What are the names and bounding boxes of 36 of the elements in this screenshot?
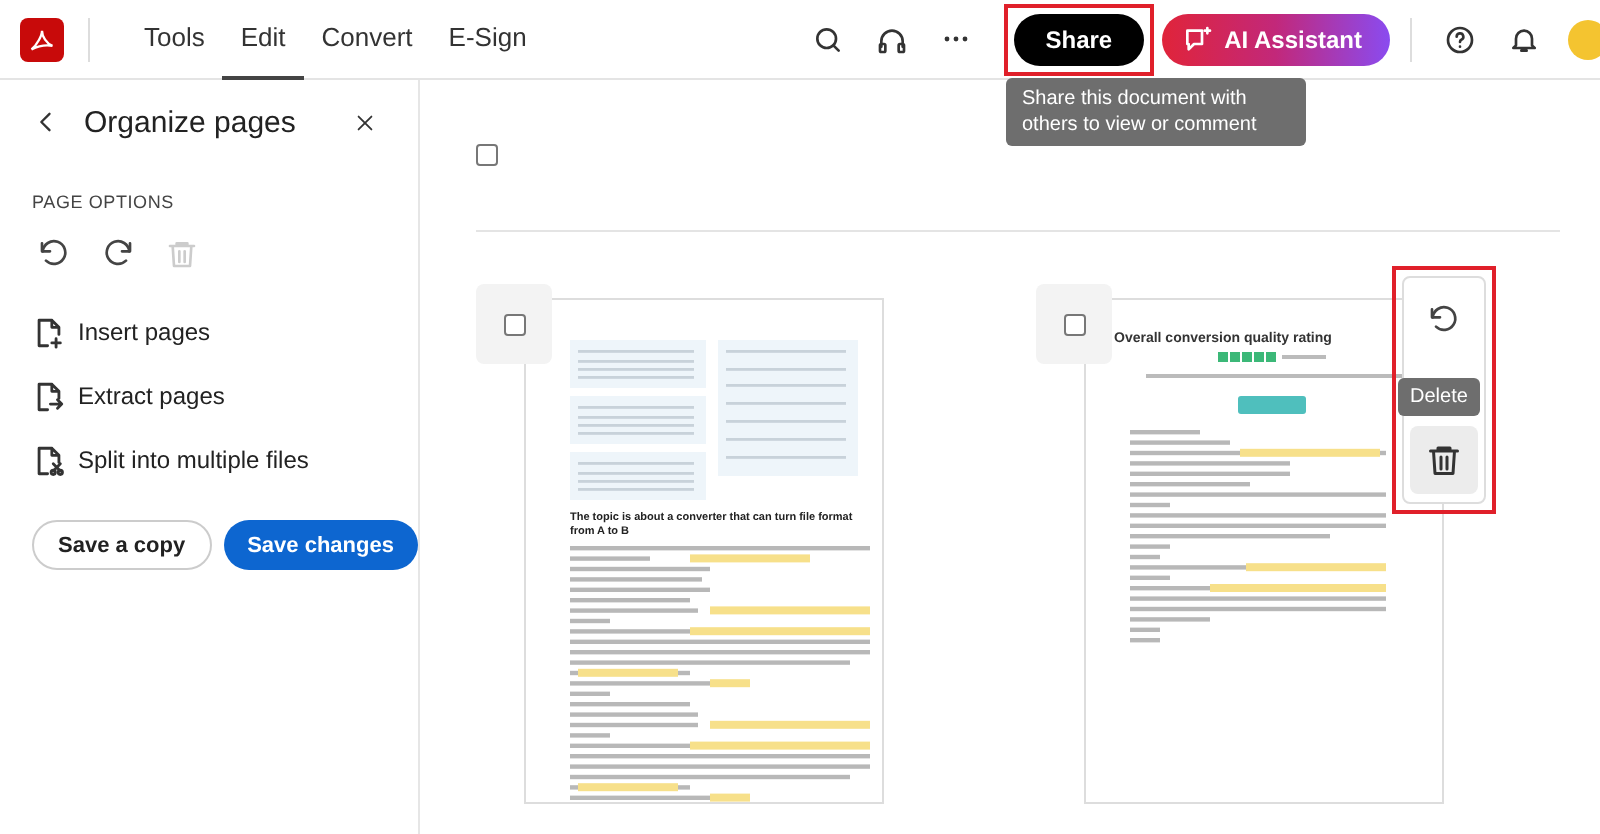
save-changes-button[interactable]: Save changes (223, 520, 418, 570)
section-label: PAGE OPTIONS (32, 192, 176, 212)
app-logo (20, 17, 64, 61)
page-checkbox[interactable] (1063, 313, 1085, 335)
undo-icon (1428, 304, 1460, 336)
panel-title: Organize pages (84, 105, 298, 139)
nav-tab[interactable]: Edit (222, 0, 304, 79)
select-all-checkbox[interactable] (476, 144, 498, 166)
share-button[interactable]: Share (1013, 13, 1145, 65)
delete-tooltip: Delete (1398, 378, 1480, 416)
search-icon (811, 23, 844, 55)
undo-icon (38, 238, 70, 270)
delete-button[interactable] (1410, 426, 1478, 494)
nav-tab[interactable]: Tools (126, 0, 223, 79)
page-checkbox[interactable] (503, 313, 525, 335)
help-icon (1444, 23, 1476, 55)
trash-icon (1426, 442, 1462, 478)
close-icon (353, 111, 375, 133)
review-button-drawing (1238, 396, 1306, 414)
page-option-item[interactable]: Split into multiple files (32, 428, 386, 492)
page-option-item[interactable]: Extract pages (32, 364, 386, 428)
bell-icon (1508, 23, 1540, 55)
redo-icon (102, 238, 134, 270)
nav-tab[interactable]: Convert (303, 0, 431, 79)
more-icon (943, 36, 968, 42)
trash-icon (166, 238, 198, 270)
ai-assistant-button[interactable]: AI Assistant (1162, 13, 1390, 65)
headphones-icon (875, 23, 908, 55)
nav-tab[interactable]: E-Sign (430, 0, 545, 79)
share-tooltip: Share this document with others to view or comment (1006, 78, 1306, 146)
page-plus-icon (32, 315, 66, 349)
save-copy-button[interactable]: Save a copy (32, 520, 212, 570)
page-arrow-icon (32, 379, 66, 413)
chat-sparkle-icon (1182, 23, 1215, 55)
page-option-item[interactable]: Insert pages (32, 300, 386, 364)
page-scissors-icon (32, 443, 66, 477)
